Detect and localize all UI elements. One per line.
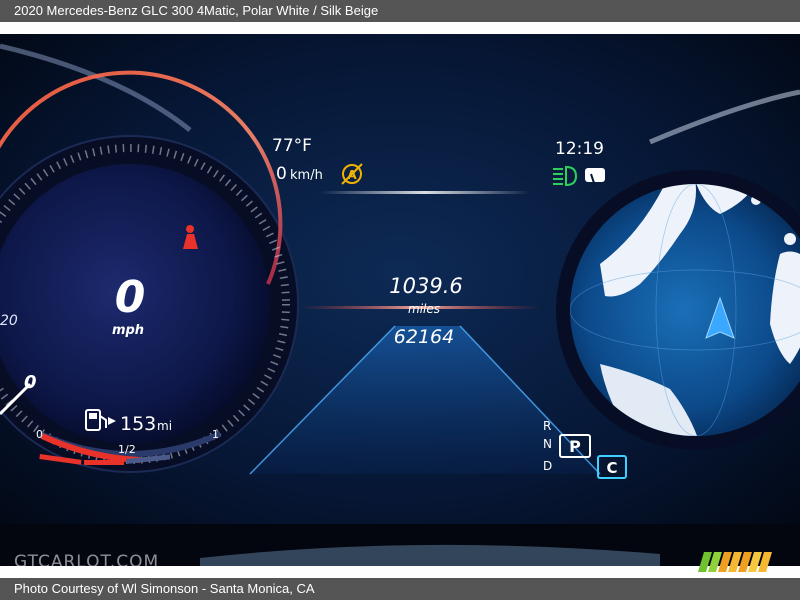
dashboard-photo: 0 mph 20 0 153 mi 0 1/2 1 77°F 0 km/h A … — [0, 34, 800, 566]
fuel-full-label: 1 — [212, 428, 219, 441]
trip-unit: miles — [408, 302, 440, 316]
listing-title: 2020 Mercedes-Benz GLC 300 4Matic, Polar… — [14, 3, 379, 18]
odometer: 62164 — [394, 326, 454, 348]
top-divider-line — [320, 191, 530, 194]
speed-unit: mph — [112, 323, 144, 338]
fuel-half-label: 1/2 — [118, 443, 136, 456]
range-value: 153 — [120, 413, 156, 435]
trip-distance: 1039.6 — [389, 274, 462, 298]
gear-n: N — [543, 437, 552, 451]
gear-p: P — [569, 437, 581, 456]
photo-credit-bar: Photo Courtesy of Wl Simonson - Santa Mo… — [0, 578, 800, 600]
outside-temperature: 77°F — [272, 136, 312, 156]
brand-stripes-logo — [698, 552, 772, 572]
gauge-label-20: 20 — [0, 313, 18, 329]
speed-limit-unit: km/h — [290, 168, 323, 183]
photo-credit: Photo Courtesy of Wl Simonson - Santa Mo… — [14, 581, 315, 596]
gear-r: R — [543, 419, 551, 433]
speed-limit-value: 0 — [276, 164, 287, 184]
watermark: GTCARLOT.COM — [14, 552, 160, 572]
fuel-empty-label: 0 — [36, 428, 43, 441]
listing-title-bar: 2020 Mercedes-Benz GLC 300 4Matic, Polar… — [0, 0, 800, 22]
instrument-cluster: 0 mph 20 0 153 mi 0 1/2 1 77°F 0 km/h A … — [0, 34, 800, 566]
gauge-label-0: 0 — [24, 372, 37, 393]
range-unit: mi — [157, 419, 172, 433]
clock: 12:19 — [555, 139, 604, 159]
speed-value: 0 — [115, 272, 146, 323]
drive-mode: C — [606, 459, 617, 477]
gear-d: D — [543, 459, 552, 473]
